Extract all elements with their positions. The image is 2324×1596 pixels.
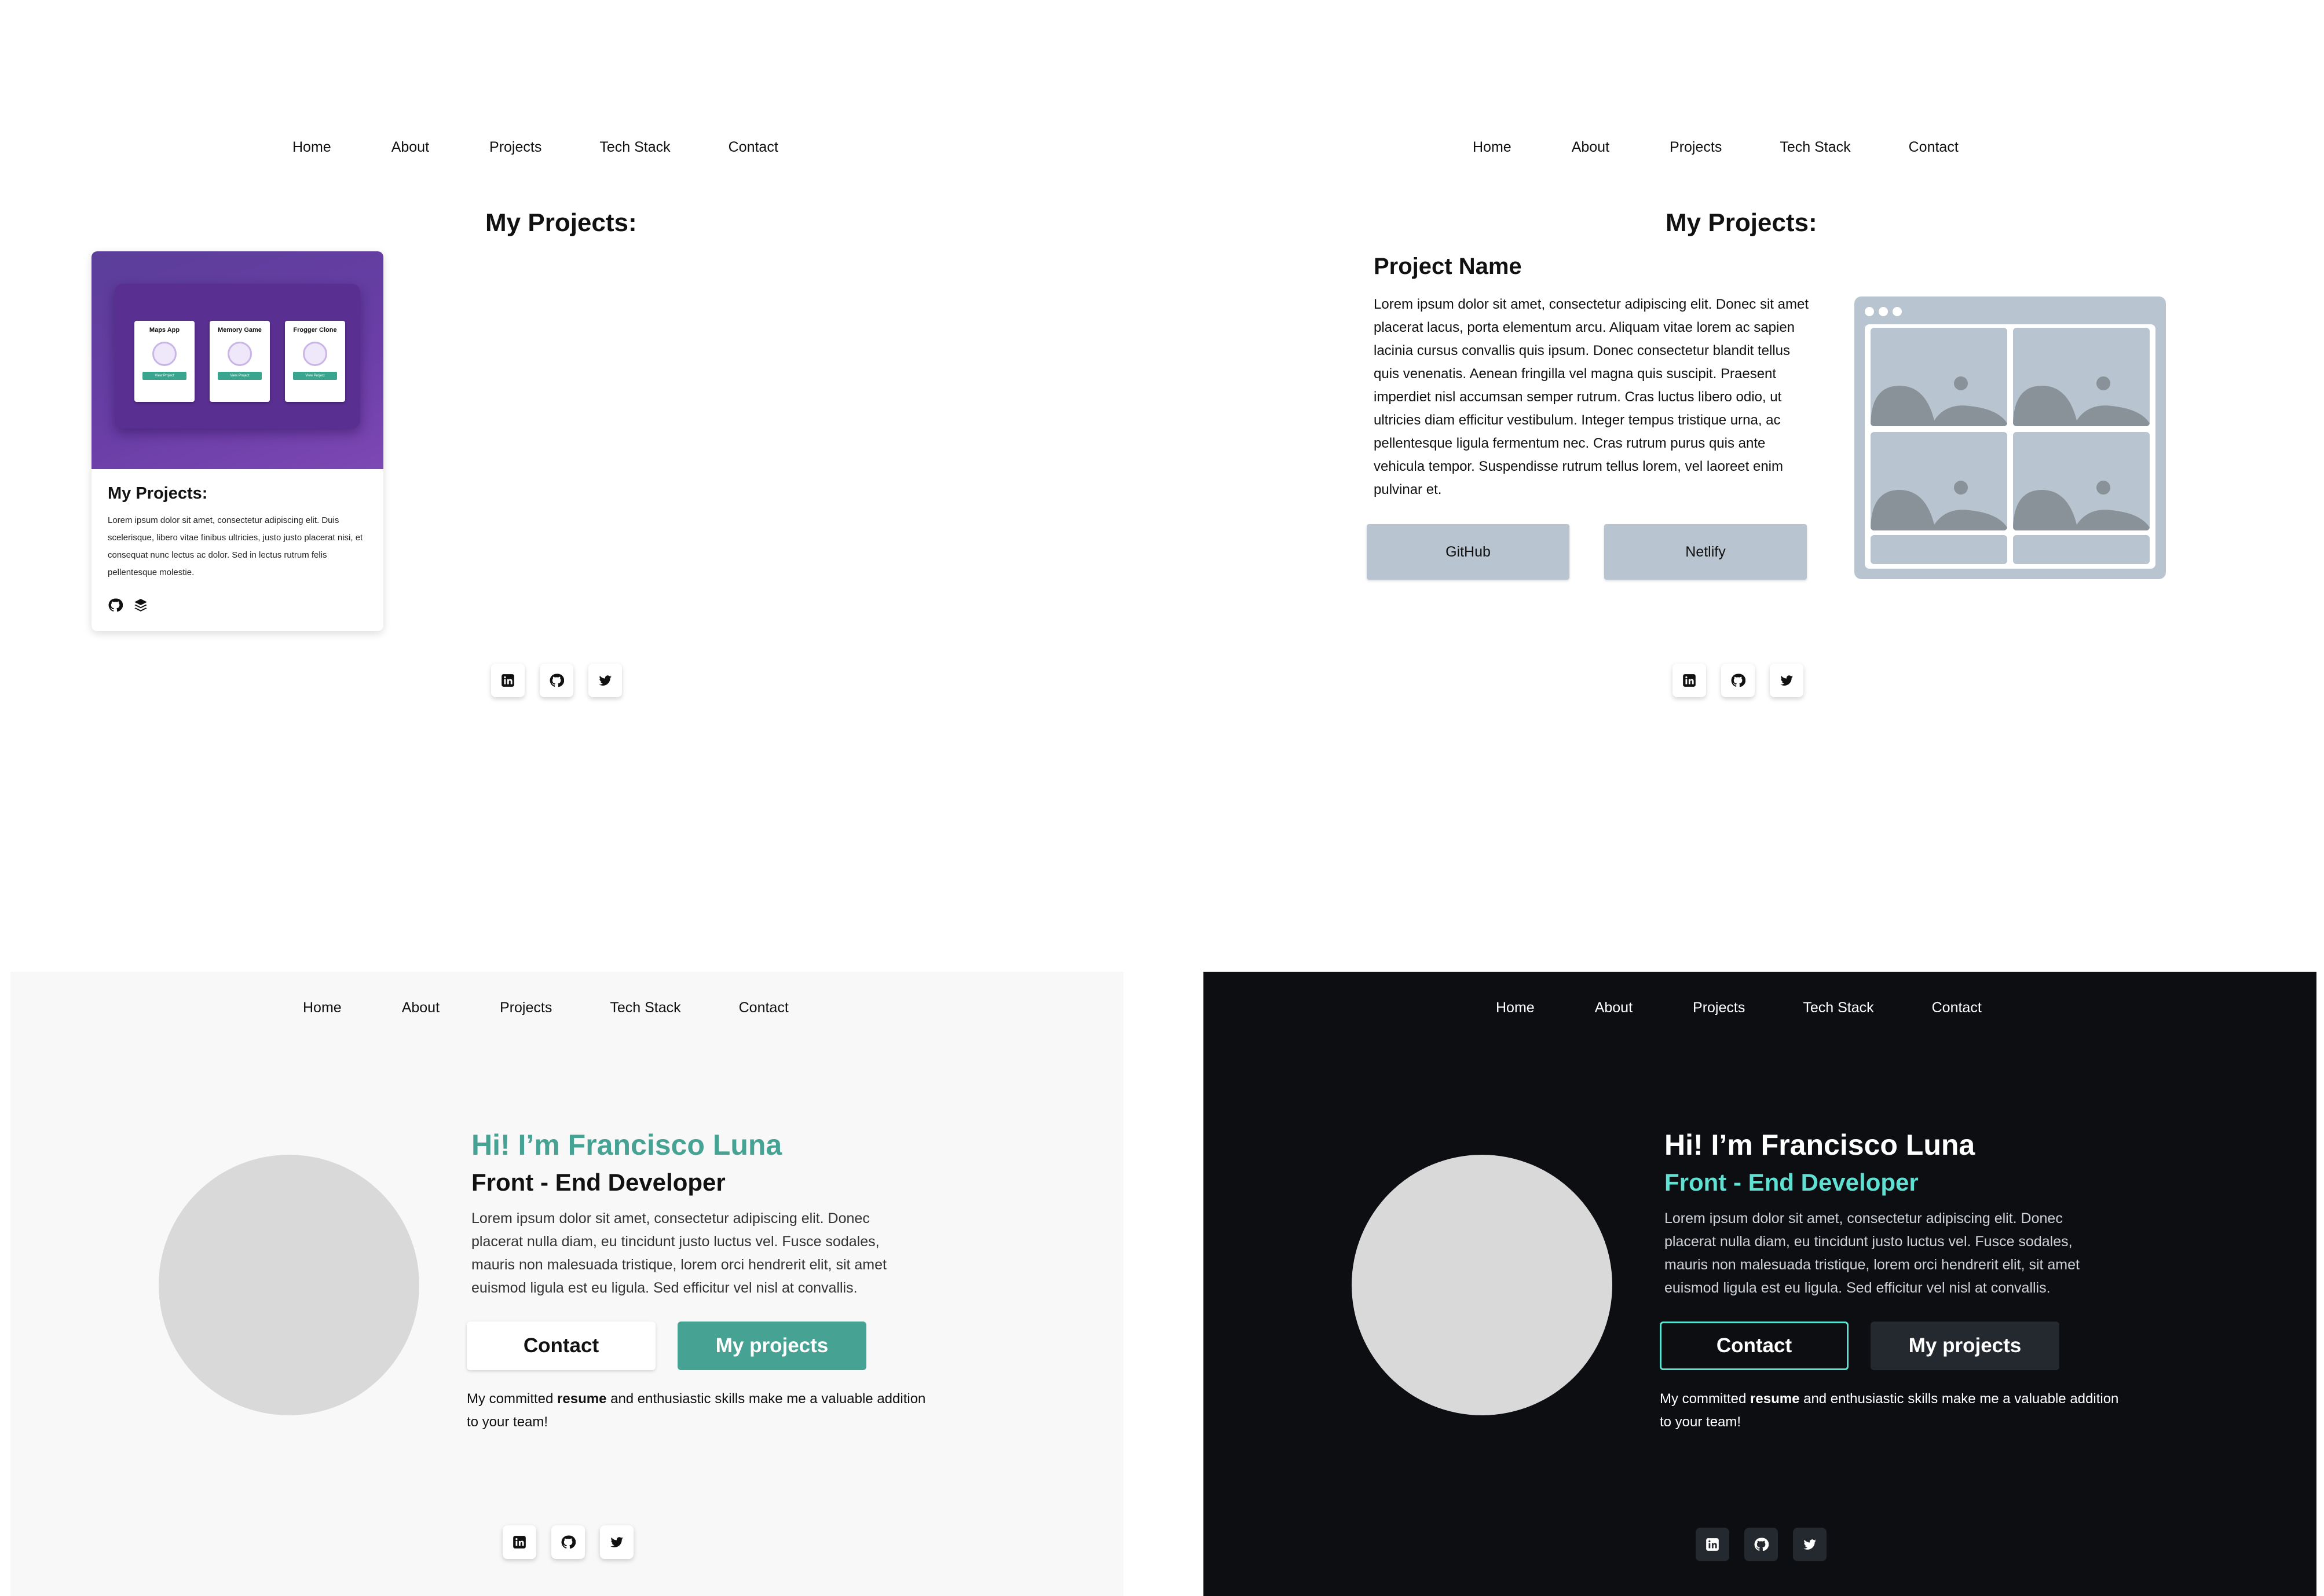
placeholder-bar (2013, 535, 2150, 564)
nav-tech-stack[interactable]: Tech Stack (610, 1000, 680, 1016)
image-placeholder-grid (1865, 324, 2155, 569)
contact-button[interactable]: Contact (467, 1322, 656, 1370)
nav-contact[interactable]: Contact (1909, 139, 1959, 156)
greeting: Hi! I’m Francisco Luna (1664, 1129, 1975, 1161)
project-card[interactable]: Maps App View Project Memory Game View P… (92, 251, 383, 631)
project-card-title: My Projects: (108, 484, 208, 503)
image-placeholder (1871, 328, 2007, 426)
project-description: Lorem ipsum dolor sit amet, consectetur … (1374, 296, 1809, 497)
github-icon[interactable] (551, 1525, 585, 1559)
mini-card-title: Maps App (149, 327, 180, 334)
nav-projects[interactable]: Projects (1693, 1000, 1745, 1016)
my-projects-button[interactable]: My projects (1871, 1322, 2059, 1370)
nav-tech-stack[interactable]: Tech Stack (1803, 1000, 1873, 1016)
nav-tech-stack[interactable]: Tech Stack (1780, 139, 1850, 156)
github-icon[interactable] (108, 598, 123, 616)
role-title: Front - End Developer (1664, 1169, 1919, 1196)
linkedin-icon[interactable] (491, 664, 525, 697)
avatar (159, 1155, 419, 1415)
github-icon[interactable] (540, 664, 573, 697)
nav-home[interactable]: Home (292, 139, 331, 156)
twitter-icon[interactable] (1770, 664, 1803, 697)
mini-card: Maps App View Project (134, 321, 195, 402)
placeholder-bar (1871, 535, 2007, 564)
contact-button[interactable]: Contact (1660, 1322, 1849, 1370)
resume-link[interactable]: resume (1750, 1391, 1799, 1407)
project-card-links (108, 598, 148, 616)
page-title: My Projects: (1666, 208, 1817, 237)
panel-home-dark: Home About Projects Tech Stack Contact H… (1203, 972, 2316, 1596)
nav-home[interactable]: Home (1496, 1000, 1535, 1016)
nav-about[interactable]: About (1572, 139, 1609, 156)
image-placeholder (2013, 328, 2150, 426)
twitter-icon[interactable] (588, 664, 622, 697)
top-nav: Home About Projects Tech Stack Contact (1473, 139, 1959, 156)
nav-tech-stack[interactable]: Tech Stack (599, 139, 670, 156)
project-card-description: Lorem ipsum dolor sit amet, consectetur … (108, 515, 363, 577)
mini-card-button: View Project (293, 372, 337, 380)
nav-about[interactable]: About (1595, 1000, 1633, 1016)
stack-icon[interactable] (133, 598, 148, 616)
image-placeholder (2013, 432, 2150, 530)
netlify-button[interactable]: Netlify (1604, 524, 1807, 580)
social-links (491, 664, 622, 697)
nav-home[interactable]: Home (303, 1000, 342, 1016)
nav-contact[interactable]: Contact (729, 139, 778, 156)
nav-projects[interactable]: Projects (500, 1000, 552, 1016)
top-nav: Home About Projects Tech Stack Contact (1496, 1000, 1982, 1016)
intro-text: Lorem ipsum dolor sit amet, consectetur … (471, 1210, 887, 1296)
tagline: My committed resume and enthusiastic ski… (1660, 1391, 2119, 1430)
mini-card-title: Memory Game (218, 327, 262, 334)
github-icon[interactable] (1721, 664, 1755, 697)
nav-projects[interactable]: Projects (489, 139, 541, 156)
twitter-icon[interactable] (1793, 1528, 1827, 1561)
twitter-icon[interactable] (600, 1525, 634, 1559)
page-title: My Projects: (485, 208, 637, 237)
resume-link[interactable]: resume (557, 1391, 606, 1407)
my-projects-button[interactable]: My projects (678, 1322, 866, 1370)
nav-about[interactable]: About (391, 139, 429, 156)
nav-contact[interactable]: Contact (739, 1000, 789, 1016)
mini-card: Frogger Clone View Project (285, 321, 345, 402)
mini-card-button: View Project (218, 372, 262, 380)
social-links (1672, 664, 1803, 697)
linkedin-icon[interactable] (503, 1525, 536, 1559)
nav-about[interactable]: About (402, 1000, 440, 1016)
image-placeholder (1871, 432, 2007, 530)
greeting: Hi! I’m Francisco Luna (471, 1129, 782, 1161)
browser-mockup (1854, 296, 2166, 579)
panel-home-light: Home About Projects Tech Stack Contact H… (10, 972, 1123, 1596)
linkedin-icon[interactable] (1696, 1528, 1729, 1561)
mini-card: Memory Game View Project (210, 321, 270, 402)
avatar (1352, 1155, 1612, 1415)
tagline: My committed resume and enthusiastic ski… (467, 1391, 926, 1430)
project-name: Project Name (1374, 254, 1522, 279)
nav-home[interactable]: Home (1473, 139, 1511, 156)
role-title: Front - End Developer (471, 1169, 726, 1196)
github-icon[interactable] (1744, 1528, 1778, 1561)
social-links (503, 1525, 634, 1559)
nav-contact[interactable]: Contact (1932, 1000, 1982, 1016)
top-nav: Home About Projects Tech Stack Contact (292, 139, 778, 156)
project-card-image: Maps App View Project Memory Game View P… (92, 251, 383, 469)
top-nav: Home About Projects Tech Stack Contact (303, 1000, 789, 1016)
github-button[interactable]: GitHub (1367, 524, 1569, 580)
mini-card-button: View Project (142, 372, 186, 380)
social-links (1696, 1528, 1827, 1561)
mini-card-title: Frogger Clone (293, 327, 337, 334)
nav-projects[interactable]: Projects (1670, 139, 1722, 156)
linkedin-icon[interactable] (1672, 664, 1706, 697)
intro-text: Lorem ipsum dolor sit amet, consectetur … (1664, 1210, 2080, 1296)
